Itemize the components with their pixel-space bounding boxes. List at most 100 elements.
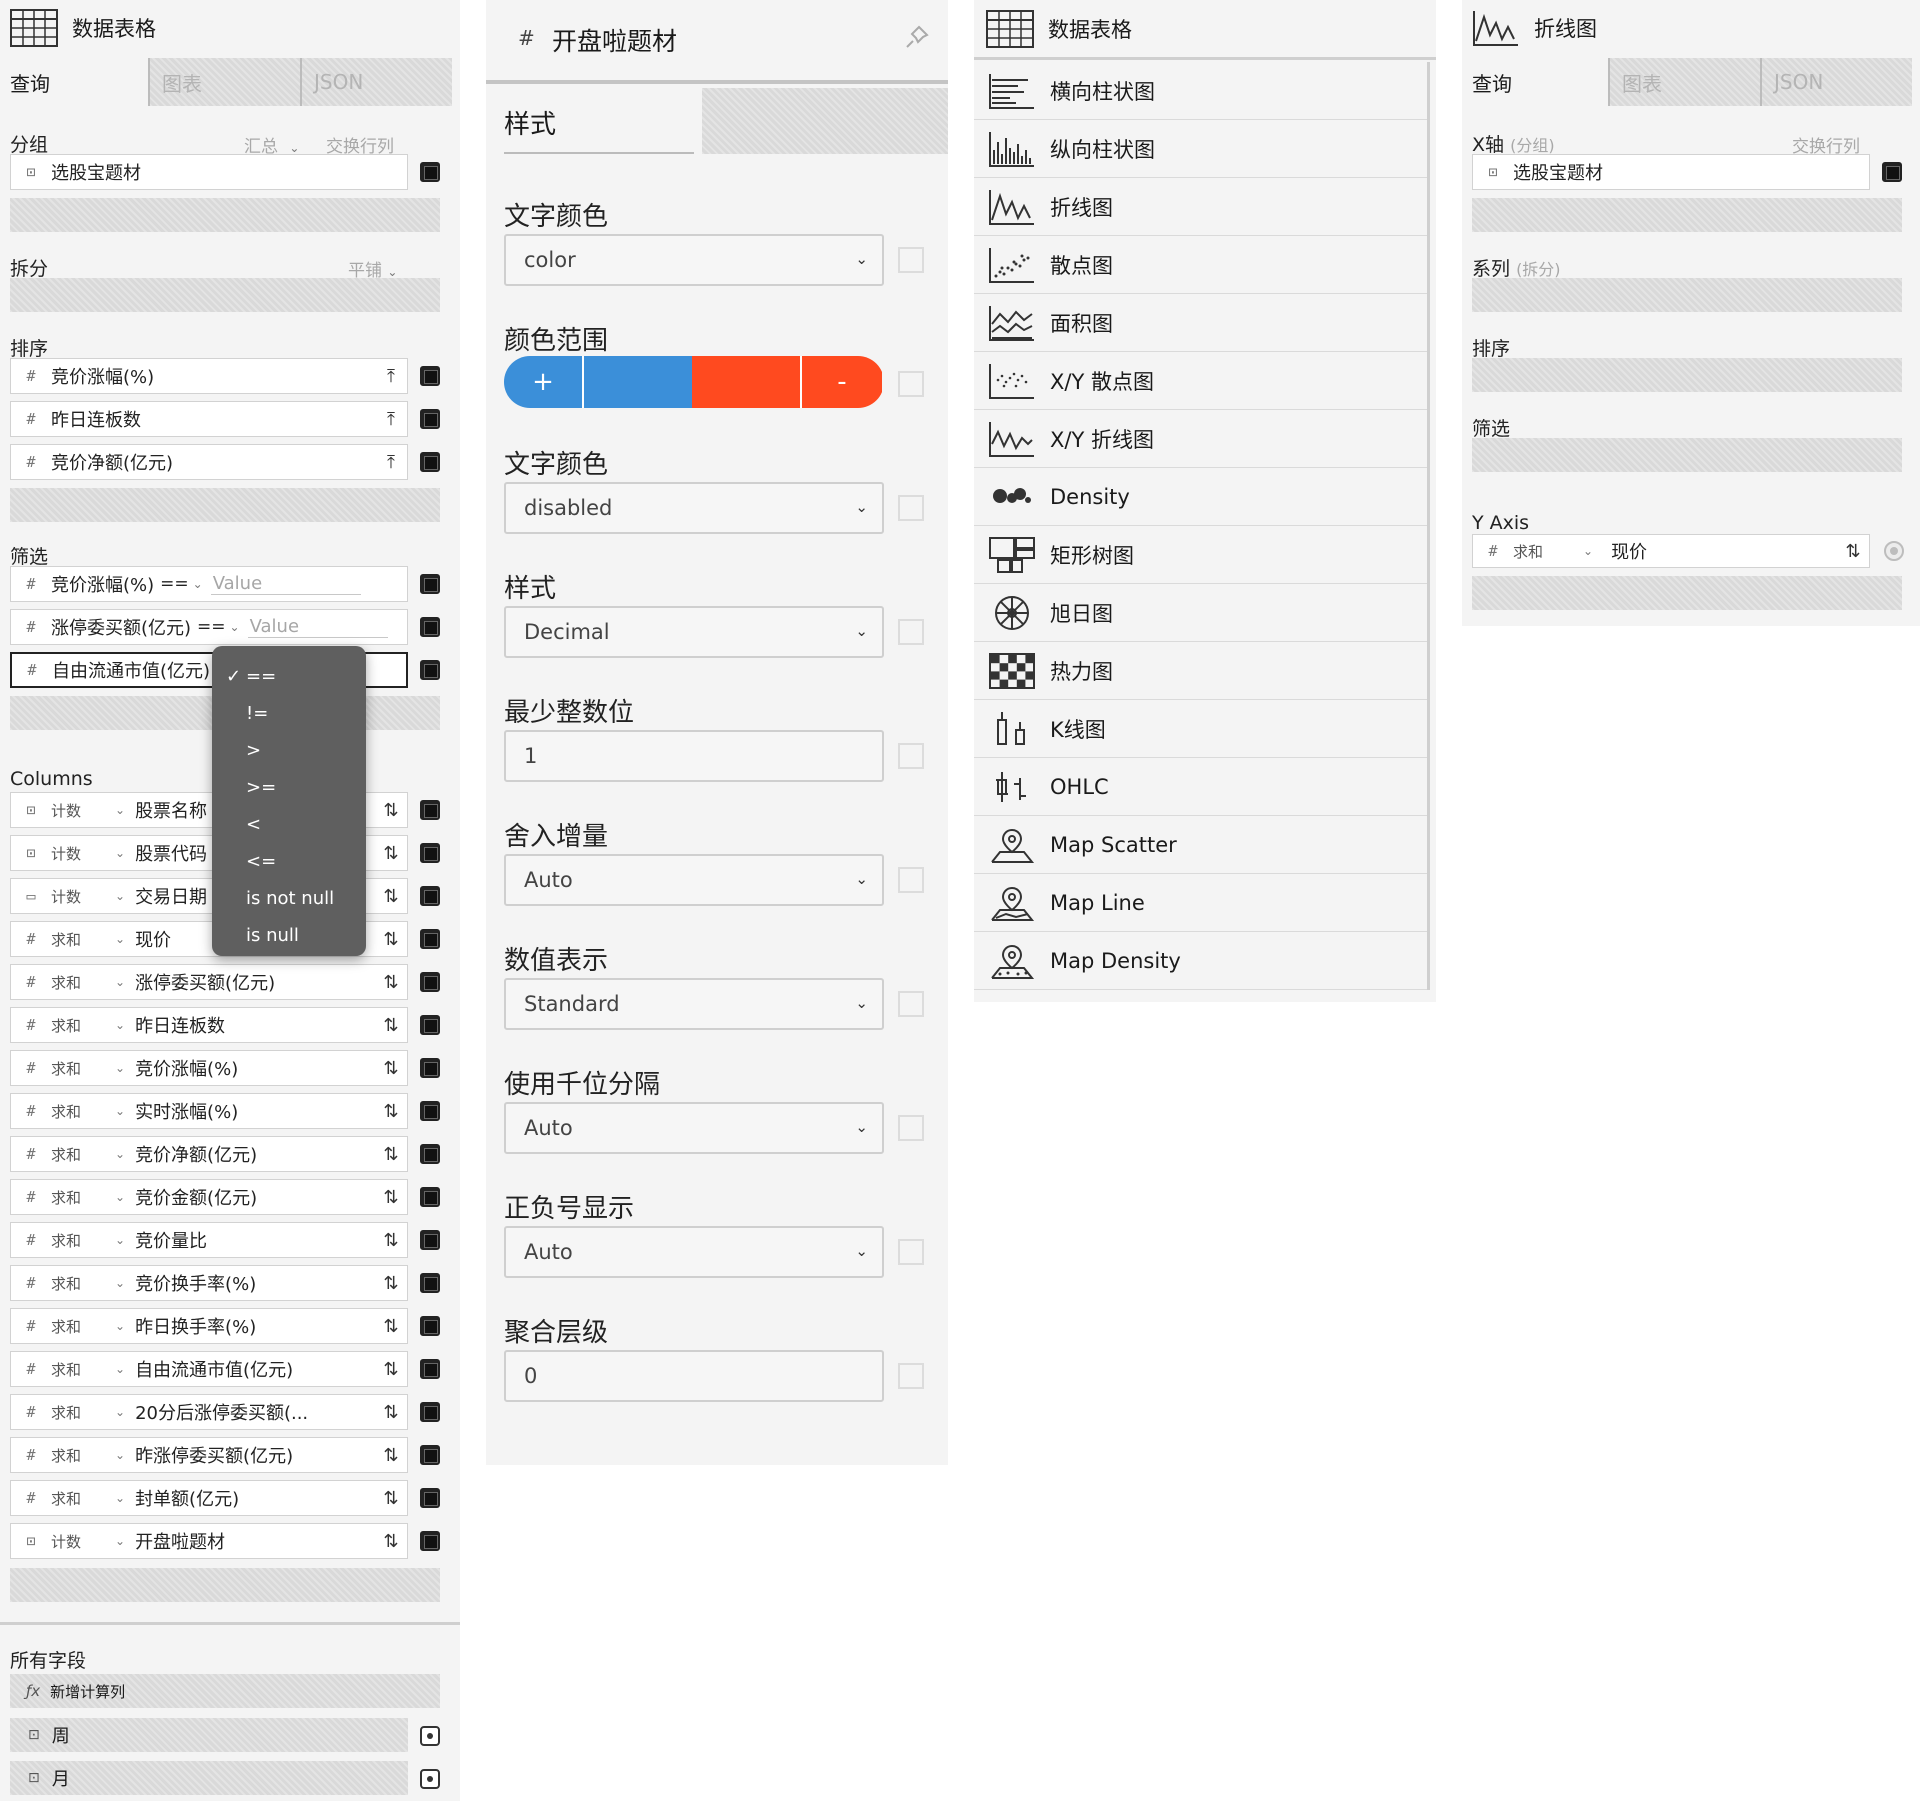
tab-query[interactable]: 查询	[0, 58, 148, 106]
sort-toggle-icon[interactable]: ⇅	[375, 1273, 407, 1294]
column-remove-button[interactable]	[420, 1402, 440, 1422]
chart-type-option[interactable]: 横向柱状图	[974, 62, 1427, 120]
filter-pill[interactable]: # 涨停委买额(亿元) == ⌄ Value	[10, 609, 408, 645]
group-dropzone[interactable]	[10, 198, 440, 232]
sort-toggle-icon[interactable]: ⇅	[375, 1531, 407, 1552]
sort-toggle-icon[interactable]: ⇅	[375, 1144, 407, 1165]
filter-value-input[interactable]: Value	[210, 573, 361, 595]
aggregate-select[interactable]: 求和	[51, 1488, 115, 1509]
sort-toggle-icon[interactable]: ⇅	[375, 1058, 407, 1079]
column-remove-button[interactable]	[420, 800, 440, 820]
column-remove-button[interactable]	[420, 1187, 440, 1207]
sort-toggle-icon[interactable]: ⇅	[375, 972, 407, 993]
column-remove-button[interactable]	[420, 843, 440, 863]
operator-option[interactable]: !=	[212, 695, 366, 732]
aggregate-select[interactable]: 计数	[51, 843, 115, 864]
column-remove-button[interactable]	[420, 1058, 440, 1078]
column-pill[interactable]: # 求和 ⌄ 竞价净额(亿元) ⇅	[10, 1136, 408, 1172]
negative-color-swatch[interactable]	[692, 356, 800, 408]
aggregate-select[interactable]: 求和	[51, 1230, 115, 1251]
tab-style[interactable]: 样式	[504, 96, 694, 154]
column-remove-button[interactable]	[420, 1488, 440, 1508]
sort-dropzone[interactable]	[1472, 358, 1902, 392]
style-enable-checkbox[interactable]	[898, 247, 924, 273]
style-number-input[interactable]: 0	[504, 1350, 884, 1402]
sort-pill[interactable]: # 昨日连板数 ⤒	[10, 401, 408, 437]
sort-pill[interactable]: # 竞价净额(亿元) ⤒	[10, 444, 408, 480]
style-select[interactable]: color ⌄	[504, 234, 884, 286]
aggregate-select[interactable]: 求和	[51, 1058, 115, 1079]
column-remove-button[interactable]	[420, 1015, 440, 1035]
column-remove-button[interactable]	[420, 1445, 440, 1465]
sort-ascending-icon[interactable]: ⤒	[375, 452, 407, 473]
tab-json[interactable]: JSON	[300, 58, 452, 106]
style-enable-checkbox[interactable]	[898, 1115, 924, 1141]
style-enable-checkbox[interactable]	[898, 867, 924, 893]
chart-type-option[interactable]: 面积图	[974, 294, 1427, 352]
style-enable-checkbox[interactable]	[898, 1363, 924, 1389]
tab-json[interactable]: JSON	[1760, 58, 1912, 106]
sort-toggle-icon[interactable]: ⇅	[375, 1445, 407, 1466]
aggregate-select[interactable]: 求和	[51, 1445, 115, 1466]
chart-type-option[interactable]: 折线图	[974, 178, 1427, 236]
chart-type-option[interactable]: K线图	[974, 700, 1427, 758]
style-enable-checkbox[interactable]	[898, 495, 924, 521]
filter-operator-select[interactable]: ==	[160, 574, 189, 594]
column-pill[interactable]: # 求和 ⌄ 昨日换手率(%) ⇅	[10, 1308, 408, 1344]
aggregate-select[interactable]: 求和	[51, 1316, 115, 1337]
chart-type-option[interactable]: 纵向柱状图	[974, 120, 1427, 178]
operator-option[interactable]: is not null	[212, 880, 366, 917]
series-dropzone[interactable]	[1472, 278, 1902, 312]
column-pill[interactable]: # 求和 ⌄ 封单额(亿元) ⇅	[10, 1480, 408, 1516]
column-pill[interactable]: # 求和 ⌄ 竞价量比 ⇅	[10, 1222, 408, 1258]
column-pill[interactable]: # 求和 ⌄ 20分后涨停委买额(... ⇅	[10, 1394, 408, 1430]
column-pill[interactable]: # 求和 ⌄ 涨停委买额(亿元) ⇅	[10, 964, 408, 1000]
tab-query[interactable]: 查询	[1462, 58, 1608, 106]
chart-type-option[interactable]: OHLC	[974, 758, 1427, 816]
operator-option[interactable]: >	[212, 732, 366, 769]
filter-remove-button[interactable]	[420, 574, 440, 594]
sort-toggle-icon[interactable]: ⇅	[375, 1230, 407, 1251]
aggregate-select[interactable]: 计数	[51, 1531, 115, 1552]
xaxis-dropzone[interactable]	[1472, 198, 1902, 232]
column-pill[interactable]: # 求和 ⌄ 竞价涨幅(%) ⇅	[10, 1050, 408, 1086]
chart-type-option[interactable]: 散点图	[974, 236, 1427, 294]
sort-toggle-icon[interactable]: ⇅	[375, 1402, 407, 1423]
sort-toggle-icon[interactable]: ⇅	[1837, 541, 1869, 562]
tab-chart[interactable]: 图表	[1608, 58, 1760, 106]
column-remove-button[interactable]	[420, 1359, 440, 1379]
sort-dropzone[interactable]	[10, 488, 440, 522]
style-select[interactable]: Auto ⌄	[504, 854, 884, 906]
sort-toggle-icon[interactable]: ⇅	[375, 1359, 407, 1380]
column-remove-button[interactable]	[420, 1101, 440, 1121]
sort-toggle-icon[interactable]: ⇅	[375, 886, 407, 907]
style-select[interactable]: Auto ⌄	[504, 1226, 884, 1278]
sort-remove-button[interactable]	[420, 366, 440, 386]
chart-type-option[interactable]: 热力图	[974, 642, 1427, 700]
sort-toggle-icon[interactable]: ⇅	[375, 929, 407, 950]
aggregate-select[interactable]: 求和	[51, 972, 115, 993]
positive-color-button[interactable]: +	[504, 356, 582, 408]
operator-option[interactable]: <=	[212, 843, 366, 880]
column-remove-button[interactable]	[420, 1230, 440, 1250]
operator-option[interactable]: >=	[212, 769, 366, 806]
column-remove-button[interactable]	[420, 1316, 440, 1336]
aggregate-select[interactable]: 求和	[51, 1273, 115, 1294]
sort-toggle-icon[interactable]: ⇅	[375, 843, 407, 864]
yaxis-remove-button[interactable]	[1884, 541, 1904, 561]
style-select[interactable]: disabled ⌄	[504, 482, 884, 534]
chart-type-option[interactable]: Density	[974, 468, 1427, 526]
yaxis-dropzone[interactable]	[1472, 576, 1902, 610]
column-pill[interactable]: # 求和 ⌄ 实时涨幅(%) ⇅	[10, 1093, 408, 1129]
chart-type-option[interactable]: X/Y 散点图	[974, 352, 1427, 410]
style-enable-checkbox[interactable]	[898, 991, 924, 1017]
tab-chart[interactable]: 图表	[148, 58, 300, 106]
sort-pill[interactable]: # 竞价涨幅(%) ⤒	[10, 358, 408, 394]
aggregate-select[interactable]: 求和	[51, 1101, 115, 1122]
column-remove-button[interactable]	[420, 886, 440, 906]
sort-toggle-icon[interactable]: ⇅	[375, 1316, 407, 1337]
chart-type-option[interactable]: Map Scatter	[974, 816, 1427, 874]
column-remove-button[interactable]	[420, 929, 440, 949]
xaxis-pill[interactable]: ⊡ 选股宝题材	[1472, 154, 1870, 190]
sort-ascending-icon[interactable]: ⤒	[375, 409, 407, 430]
